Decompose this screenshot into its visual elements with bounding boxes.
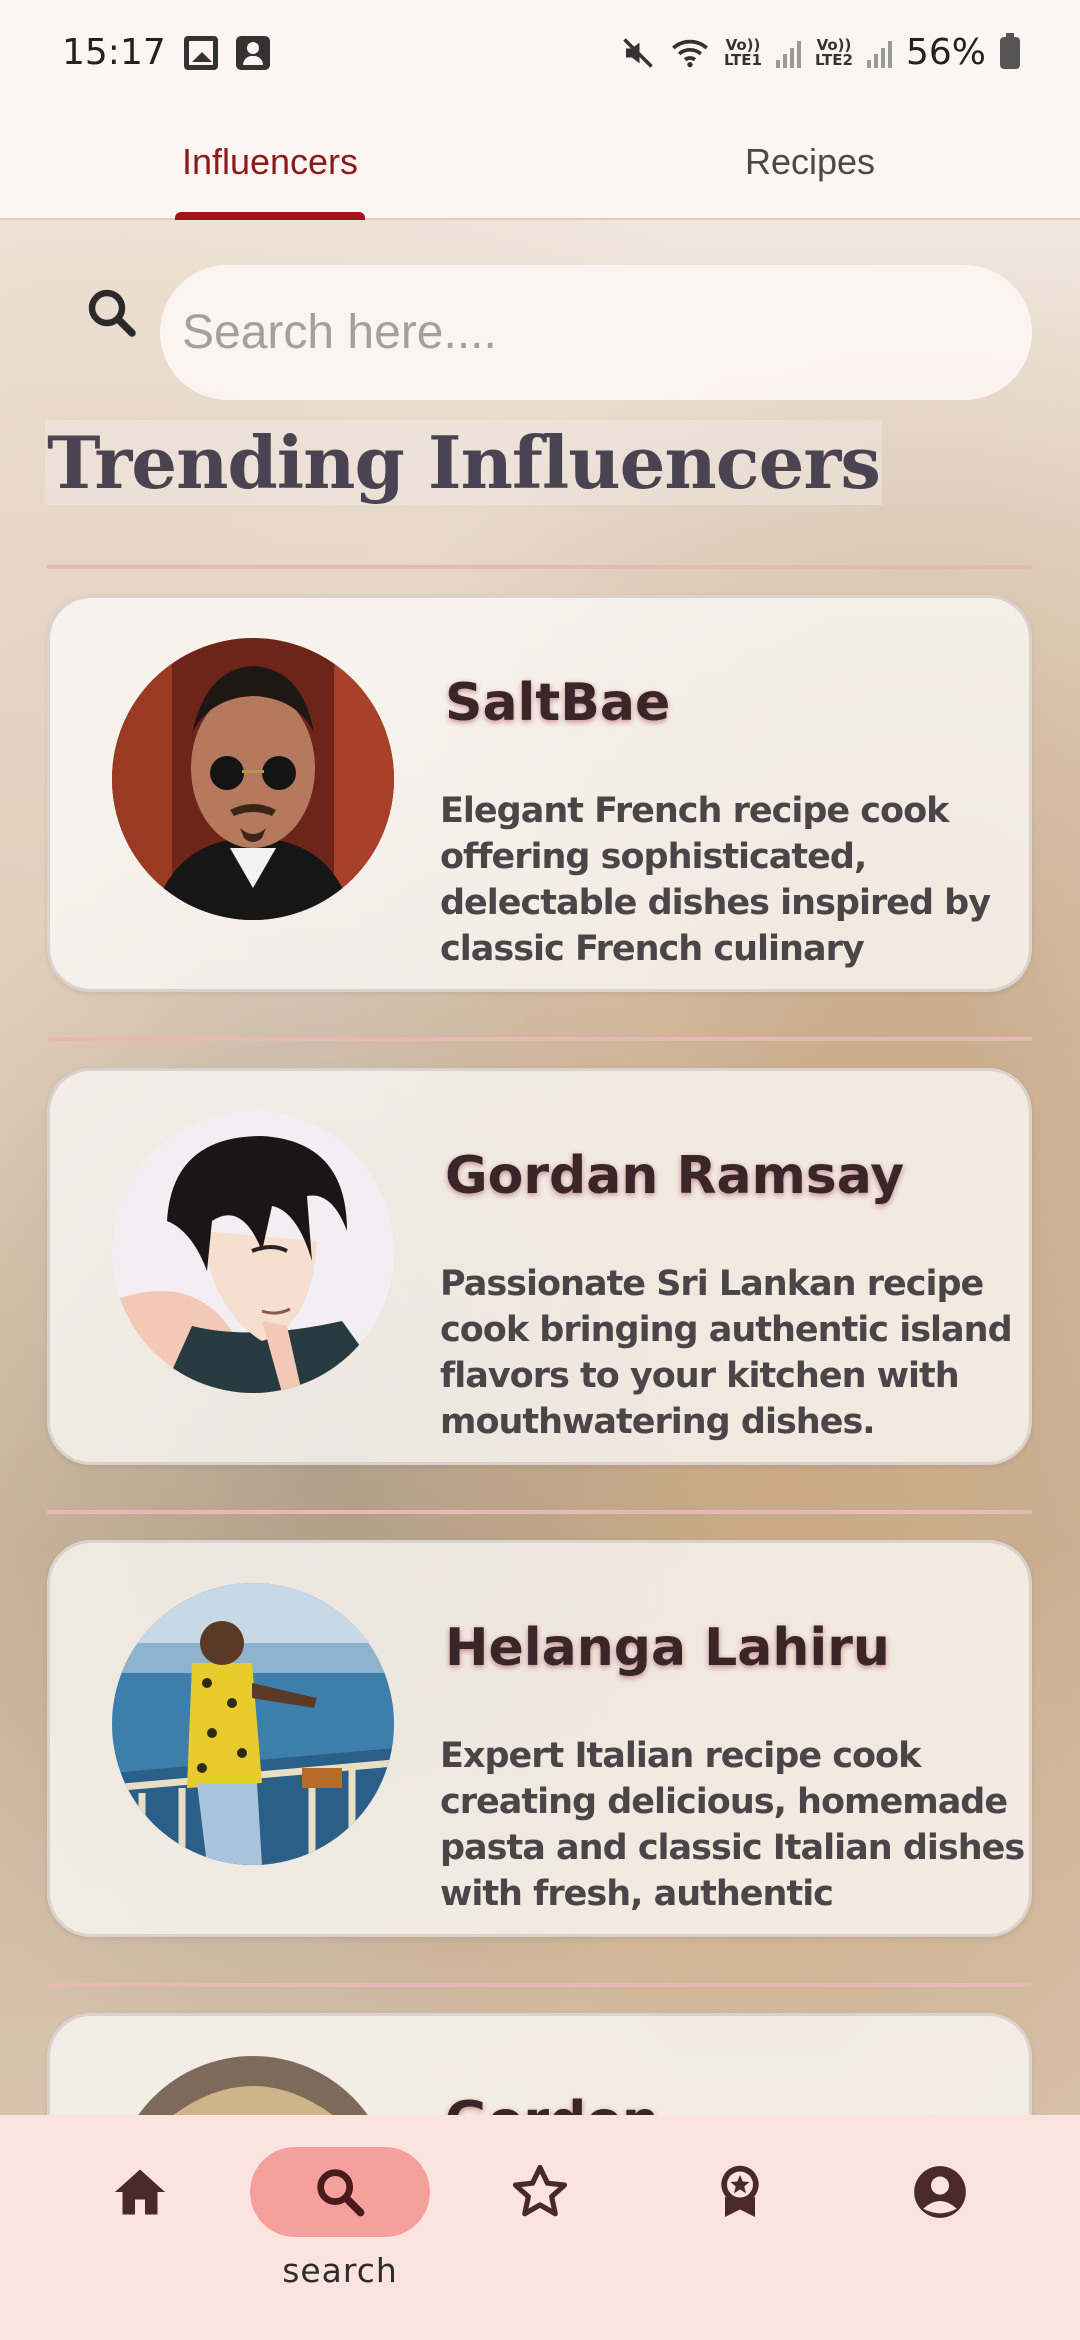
battery-icon <box>1000 32 1020 69</box>
influencer-card[interactable]: Gordan Ramsay Passionate Sri Lankan reci… <box>47 1068 1032 1465</box>
avatar <box>112 1111 394 1393</box>
influencer-card[interactable]: Helanga Lahiru Expert Italian recipe coo… <box>47 1540 1032 1937</box>
search-input[interactable] <box>182 305 1032 360</box>
mute-icon <box>623 37 653 68</box>
nav-favorites-pill[interactable] <box>450 2147 630 2237</box>
section-title: Trending Influencers <box>45 420 882 505</box>
divider <box>47 1037 1032 1041</box>
star-icon <box>512 2164 568 2217</box>
sim1-volte-indicator: Vo)) LTE1 <box>723 37 762 69</box>
avatar <box>112 638 394 920</box>
wifi-icon <box>672 39 708 67</box>
bottom-navigation: search <box>0 2115 1080 2340</box>
main-content[interactable]: Trending Influencers SaltBae Elegant Fre… <box>0 220 1080 2115</box>
nav-search-pill[interactable] <box>250 2147 430 2237</box>
search-icon <box>317 2169 365 2217</box>
nav-awards[interactable] <box>650 2147 830 2237</box>
nav-home-pill[interactable] <box>50 2147 230 2237</box>
home-icon <box>115 2169 165 2215</box>
battery-percent: 56% <box>905 32 986 73</box>
status-left: 15:17 <box>62 32 270 73</box>
influencer-description: Passionate Sri Lankan recipe cook bringi… <box>440 1264 1013 1442</box>
tab-bar: Influencers Recipes <box>0 105 1080 220</box>
influencer-description: Expert Italian recipe cook creating deli… <box>440 1736 1025 1914</box>
sim1-lte-text: LTE1 <box>723 50 762 69</box>
nav-account-pill[interactable] <box>850 2147 1030 2237</box>
signal-sim1-icon <box>775 38 801 68</box>
influencer-name: SaltBae <box>445 673 671 733</box>
avatar <box>112 2056 394 2115</box>
contact-notification-icon <box>235 35 270 70</box>
nav-account[interactable] <box>850 2147 1030 2237</box>
tab-recipes[interactable]: Recipes <box>540 105 1080 218</box>
sim2-volte-indicator: Vo)) LTE2 <box>814 37 853 69</box>
nav-awards-pill[interactable] <box>650 2147 830 2237</box>
clock: 15:17 <box>62 32 166 73</box>
search-row <box>0 243 1080 400</box>
influencer-description: Elegant French recipe cook offering soph… <box>440 791 991 969</box>
divider <box>47 1510 1032 1514</box>
influencer-name: Gordon <box>445 2091 659 2115</box>
divider <box>47 565 1032 569</box>
nav-search[interactable]: search <box>250 2147 430 2290</box>
status-bar: 15:17 Vo)) LTE1 Vo)) LTE2 56% <box>0 0 1080 105</box>
tab-influencers[interactable]: Influencers <box>0 105 540 218</box>
avatar <box>112 1583 394 1865</box>
search-icon[interactable] <box>82 283 142 343</box>
divider <box>47 1983 1032 1987</box>
influencer-name: Helanga Lahiru <box>445 1618 890 1678</box>
nav-favorites[interactable] <box>450 2147 630 2237</box>
influencer-card[interactable]: SaltBae Elegant French recipe cook offer… <box>47 595 1032 992</box>
nav-search-label: search <box>282 2251 398 2290</box>
influencer-card[interactable]: Gordon <box>47 2013 1032 2115</box>
search-field[interactable] <box>160 265 1032 400</box>
influencer-name: Gordan Ramsay <box>445 1146 905 1206</box>
account-icon <box>914 2166 966 2218</box>
award-icon <box>721 2165 759 2217</box>
gallery-notification-icon <box>183 35 218 70</box>
sim2-lte-text: LTE2 <box>814 50 853 69</box>
signal-sim2-icon <box>866 38 892 68</box>
status-right: Vo)) LTE1 Vo)) LTE2 56% <box>620 32 1020 73</box>
nav-home[interactable] <box>50 2147 230 2237</box>
